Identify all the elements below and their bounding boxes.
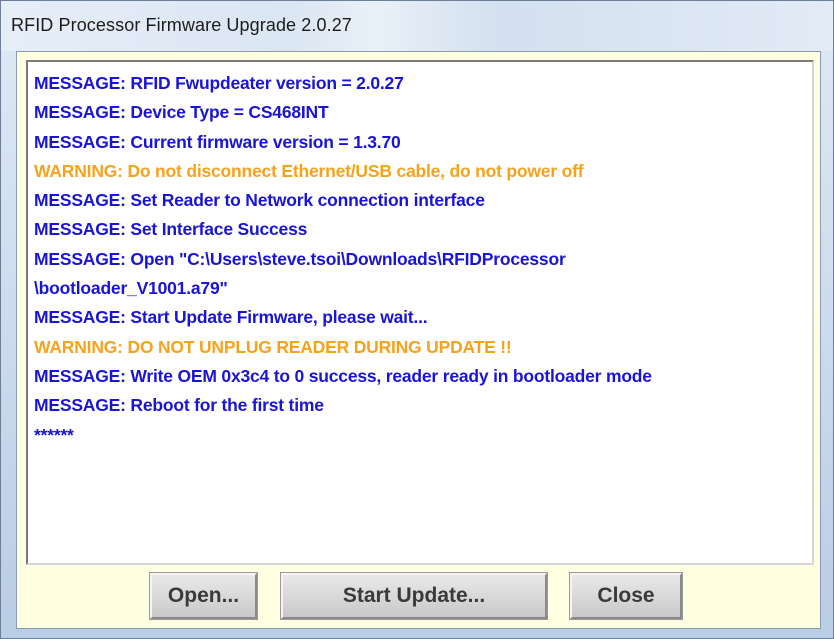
button-bar: Open... Start Update... Close — [17, 573, 820, 623]
start-update-button[interactable]: Start Update... — [281, 573, 547, 619]
log-line: MESSAGE: Reboot for the first time — [34, 395, 324, 416]
log-line-warning: WARNING: DO NOT UNPLUG READER DURING UPD… — [34, 336, 512, 357]
title-bar[interactable]: RFID Processor Firmware Upgrade 2.0.27 — [1, 1, 833, 51]
log-line: ****** — [34, 424, 74, 445]
log-line: MESSAGE: Open "C:\Users\steve.tsoi\Downl… — [34, 248, 566, 269]
log-line: MESSAGE: Write OEM 0x3c4 to 0 success, r… — [34, 365, 652, 386]
log-line-warning: WARNING: Do not disconnect Ethernet/USB … — [34, 160, 584, 181]
log-line: MESSAGE: Device Type = CS468INT — [34, 102, 329, 123]
firmware-upgrade-window: RFID Processor Firmware Upgrade 2.0.27 M… — [0, 0, 834, 639]
log-line: \bootloader_V1001.a79" — [34, 278, 228, 299]
log-line: MESSAGE: Set Reader to Network connectio… — [34, 190, 485, 211]
dialog-client-area: MESSAGE: RFID Fwupdeater version = 2.0.2… — [16, 51, 821, 629]
window-title: RFID Processor Firmware Upgrade 2.0.27 — [11, 15, 352, 35]
log-line: MESSAGE: Set Interface Success — [34, 219, 308, 240]
log-line: MESSAGE: Current firmware version = 1.3.… — [34, 131, 401, 152]
open-button[interactable]: Open... — [150, 573, 257, 619]
log-line: MESSAGE: Start Update Firmware, please w… — [34, 307, 428, 328]
log-line: MESSAGE: RFID Fwupdeater version = 2.0.2… — [34, 73, 404, 93]
log-output-box[interactable]: MESSAGE: RFID Fwupdeater version = 2.0.2… — [26, 60, 814, 565]
close-button[interactable]: Close — [570, 573, 682, 619]
